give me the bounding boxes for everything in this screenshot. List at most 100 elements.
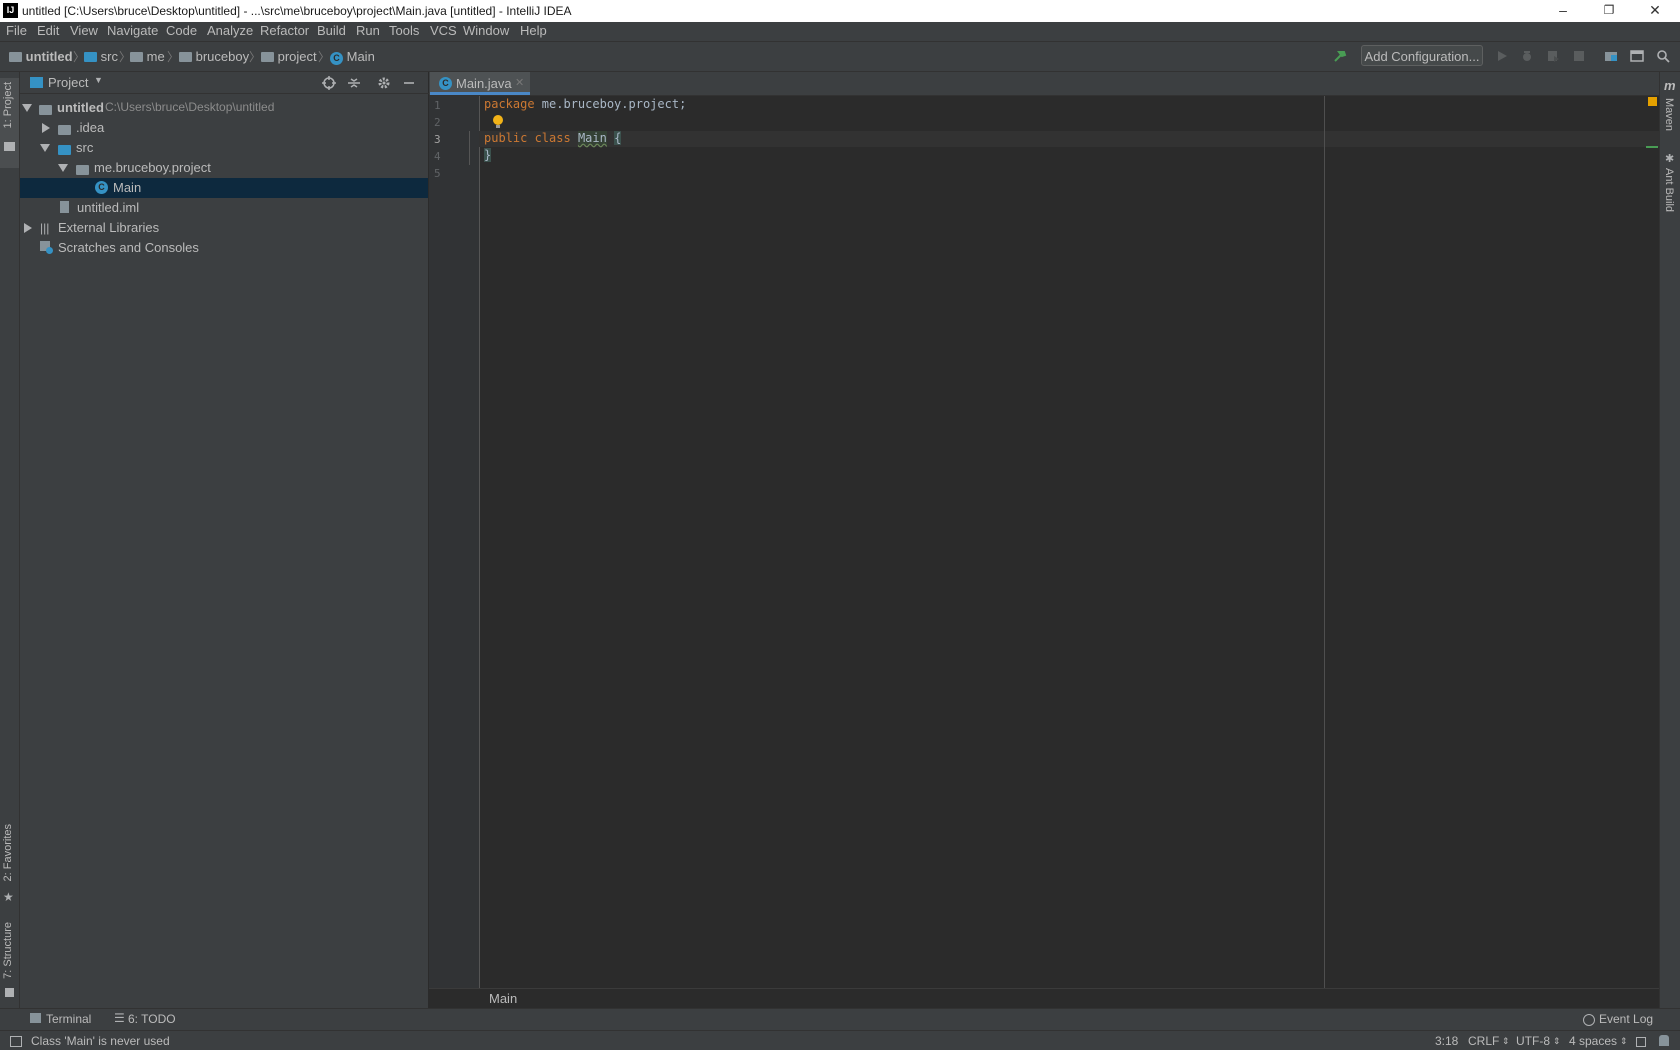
class-name: Main	[577, 131, 607, 145]
source-folder-icon	[58, 145, 71, 155]
status-bar: Class 'Main' is never used 3:18 CRLF ⇕ U…	[0, 1030, 1680, 1050]
menu-edit[interactable]: Edit	[37, 23, 59, 38]
favorites-tool-tab[interactable]: 2: Favorites ★	[0, 824, 19, 904]
locate-file-icon[interactable]	[322, 76, 336, 90]
terminal-tool-button[interactable]: Terminal	[46, 1012, 91, 1026]
code-editor[interactable]	[479, 96, 1659, 988]
editor-breadcrumb-item[interactable]: Main	[489, 991, 517, 1006]
line-separator-selector[interactable]: CRLF	[1468, 1034, 1499, 1048]
line-number: 3	[434, 133, 441, 146]
maven-tool-tab[interactable]: Maven	[1663, 98, 1675, 131]
search-icon[interactable]	[1656, 49, 1670, 63]
build-hammer-icon[interactable]	[1333, 49, 1347, 63]
stop-icon[interactable]	[1572, 49, 1586, 63]
indent-selector[interactable]: 4 spaces	[1569, 1034, 1617, 1048]
run-icon[interactable]	[1495, 49, 1509, 63]
gear-icon[interactable]	[377, 76, 391, 90]
lock-icon[interactable]	[1636, 1037, 1646, 1047]
error-stripe-mark[interactable]	[1646, 146, 1658, 148]
right-margin-guide	[1324, 96, 1325, 988]
code-line-1[interactable]: package me.bruceboy.project;	[484, 97, 686, 111]
clock-icon	[46, 247, 53, 254]
restore-button[interactable]: ❐	[1586, 0, 1632, 22]
menu-analyze[interactable]: Analyze	[207, 23, 253, 38]
breadcrumb-untitled[interactable]: untitled	[9, 49, 73, 64]
sdk-window-icon[interactable]	[1630, 49, 1644, 63]
package-icon	[261, 52, 274, 62]
tree-item-package[interactable]: me.bruceboy.project	[20, 158, 428, 178]
module-folder-icon	[39, 105, 52, 115]
breadcrumb-bruceboy[interactable]: bruceboy	[179, 49, 249, 64]
line-number: 4	[434, 150, 441, 163]
brace-open: {	[614, 131, 622, 145]
tree-item-scratches[interactable]: Scratches and Consoles	[20, 238, 428, 258]
code-line-3[interactable]: public class Main {	[484, 131, 622, 145]
tree-item-main[interactable]: C Main	[20, 178, 428, 198]
tree-item-idea[interactable]: .idea	[20, 118, 428, 138]
warning-marker-icon[interactable]	[1648, 97, 1657, 106]
module-folder-icon	[9, 52, 22, 62]
tab-main-java[interactable]: C Main.java ✕	[430, 72, 530, 95]
breadcrumb-separator: 〉	[167, 50, 180, 64]
lightbulb-icon[interactable]	[492, 114, 504, 129]
tree-item-untitled[interactable]: untitled C:\Users\bruce\Desktop\untitled	[20, 98, 428, 118]
encoding-selector[interactable]: UTF-8	[1516, 1034, 1550, 1048]
menu-vcs[interactable]: VCS	[430, 23, 457, 38]
breadcrumb-main[interactable]: C Main	[330, 49, 375, 65]
minimize-button[interactable]: –	[1540, 0, 1586, 22]
menu-view[interactable]: View	[70, 23, 98, 38]
todo-tool-button[interactable]: 6: TODO	[128, 1012, 176, 1026]
project-panel-header: Project ▼	[20, 72, 429, 94]
ant-icon: ✱	[1665, 153, 1675, 165]
close-window-button[interactable]: ✕	[1632, 0, 1678, 22]
breadcrumb-src[interactable]: src	[84, 49, 118, 64]
tree-item-src[interactable]: src	[20, 138, 428, 158]
tool-windows-toggle-icon[interactable]	[10, 1036, 22, 1047]
caret-position[interactable]: 3:18	[1435, 1034, 1458, 1048]
menu-run[interactable]: Run	[356, 23, 380, 38]
expand-arrow-icon[interactable]	[22, 104, 32, 112]
menu-window[interactable]: Window	[463, 23, 509, 38]
project-view-selector[interactable]: Project	[48, 75, 88, 90]
code-line-4[interactable]: }	[484, 148, 492, 162]
menu-file[interactable]: File	[6, 23, 27, 38]
collapse-arrow-icon[interactable]	[42, 123, 50, 133]
event-log-button[interactable]: Event Log	[1599, 1012, 1653, 1026]
collapse-all-icon[interactable]	[347, 76, 361, 90]
expand-arrow-icon[interactable]	[58, 164, 68, 172]
hide-panel-icon[interactable]	[402, 76, 416, 90]
expand-arrow-icon[interactable]	[40, 144, 50, 152]
breadcrumb-me[interactable]: me	[130, 49, 165, 64]
menu-refactor[interactable]: Refactor	[260, 23, 309, 38]
collapse-arrow-icon[interactable]	[24, 223, 32, 233]
project-structure-icon[interactable]	[1604, 49, 1618, 63]
run-with-coverage-icon[interactable]	[1546, 49, 1560, 63]
inspector-icon[interactable]	[1659, 1035, 1669, 1046]
folder-icon	[4, 142, 15, 151]
menu-help[interactable]: Help	[520, 23, 547, 38]
menu-navigate[interactable]: Navigate	[107, 23, 158, 38]
ant-build-tool-tab[interactable]: Ant Build	[1663, 168, 1675, 212]
add-configuration-button[interactable]: Add Configuration...	[1361, 45, 1483, 66]
tree-item-label: src	[76, 140, 94, 155]
chevron-down-icon[interactable]: ▼	[94, 75, 103, 85]
class-icon: C	[439, 77, 452, 90]
keyword: package	[484, 97, 535, 111]
chevron-updown-icon: ⇕	[1502, 1036, 1510, 1046]
structure-tool-tab[interactable]: 7: Structure	[0, 922, 19, 1002]
bottom-tool-bar: Terminal ☰ 6: TODO Event Log	[0, 1008, 1680, 1030]
tree-item-iml[interactable]: untitled.iml	[20, 198, 428, 218]
star-icon: ★	[3, 890, 14, 904]
caret-row-highlight	[479, 131, 1659, 147]
keyword: public class	[484, 131, 571, 145]
debug-icon[interactable]	[1520, 49, 1534, 63]
project-tool-tab[interactable]: 1: Project	[0, 78, 19, 168]
module-file-icon	[60, 201, 69, 213]
close-tab-icon[interactable]: ✕	[515, 76, 524, 89]
breadcrumb-project[interactable]: project	[261, 49, 317, 64]
menu-tools[interactable]: Tools	[389, 23, 419, 38]
breadcrumb-separator: 〉	[318, 50, 331, 64]
tree-item-external-libraries[interactable]: ||| External Libraries	[20, 218, 428, 238]
menu-code[interactable]: Code	[166, 23, 197, 38]
menu-build[interactable]: Build	[317, 23, 346, 38]
